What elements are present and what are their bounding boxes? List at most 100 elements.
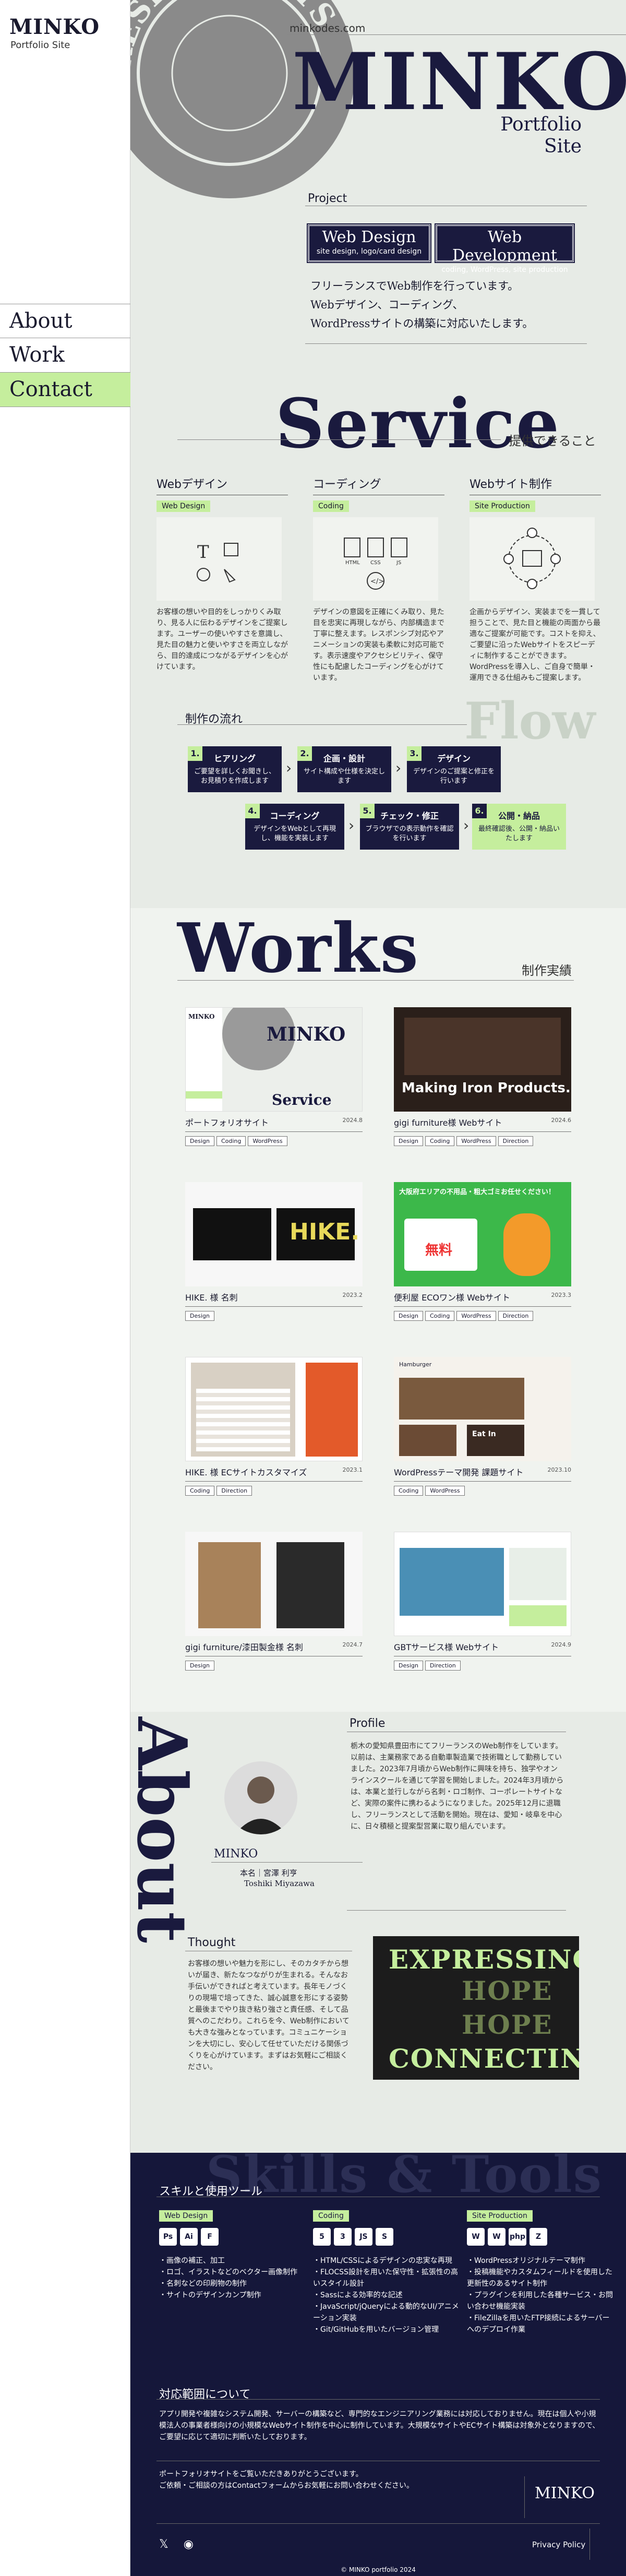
domain-label: minkodes.com — [290, 22, 366, 34]
figma-icon: F — [201, 2228, 219, 2246]
skill-group-site-production: Site Production W Wphp Z ・WordPressオリジナルテー… — [467, 2210, 613, 2335]
work-card[interactable]: GBTサービス様 Webサイト 2024.9 Design Direction — [394, 1532, 571, 1671]
skill-tag: Web Design — [159, 2210, 213, 2222]
service-coding: コーディング Coding HTML CSS JS </> デザインの意図を正確… — [313, 475, 444, 684]
step-number: 1. — [188, 746, 202, 761]
work-thumbnail-gbt[interactable] — [394, 1532, 571, 1636]
javascript-icon: JS — [355, 2228, 372, 2246]
divider — [177, 724, 467, 725]
step-description: デザインのご提案と修正を行います — [413, 768, 495, 785]
thought-heading: Thought — [188, 1936, 236, 1949]
divider — [524, 2476, 525, 2518]
work-date: 2023.2 — [342, 1292, 363, 1298]
work-caption: gigi furniture様 Webサイト — [394, 1118, 502, 1128]
work-chip: Design — [394, 1136, 423, 1146]
skill-item: ・画像の補正、加工 — [159, 2257, 225, 2265]
divider — [211, 1862, 363, 1863]
work-card[interactable]: Making Iron Products. gigi furniture様 We… — [394, 1007, 571, 1146]
work-thumbnail-hike-card[interactable]: HIKE. — [185, 1182, 363, 1286]
work-date: 2024.9 — [551, 1641, 572, 1648]
x-icon[interactable]: 𝕏 — [159, 2538, 168, 2551]
work-card[interactable]: HIKE. 様 ECサイトカスタマイズ 2023.1 Coding Directio… — [185, 1357, 363, 1496]
web-development-button[interactable]: Web Development coding, WordPress, site … — [435, 223, 575, 274]
nav-item-about[interactable]: About — [0, 304, 130, 338]
work-chip: Coding — [216, 1136, 246, 1146]
css-icon-label: CSS — [370, 560, 381, 566]
skill-item: ・Sassによる効率的な記述 — [313, 2291, 403, 2299]
skill-item: ・サイトのデザインカンプ制作 — [159, 2291, 261, 2299]
service-tag: Site Production — [469, 500, 535, 512]
footer-logo[interactable]: MINKO — [535, 2484, 595, 2502]
privacy-policy-link[interactable]: Privacy Policy — [532, 2540, 585, 2549]
service-description: デザインの意図を正確にくみ取り、見た目を忠実に再現しながら、内部構造まで丁寧に整… — [313, 608, 444, 682]
work-caption: HIKE. 様 ECサイトカスタマイズ — [185, 1468, 307, 1477]
service-heading: コーディング — [313, 475, 444, 495]
skills-title: Skills & Tools — [206, 2145, 603, 2204]
skill-item: ・WordPressオリジナルテーマ制作 — [467, 2257, 585, 2265]
filezilla-icon: Z — [529, 2228, 547, 2246]
work-chip: Coding — [425, 1311, 455, 1321]
html-icon-label: HTML — [345, 560, 360, 566]
work-thumbnail-wordpress[interactable]: Hamburger Eat In — [394, 1357, 571, 1461]
about-name-en: Toshiki Miyazawa — [244, 1879, 315, 1888]
design-tools-icon: T — [156, 517, 282, 601]
divider — [177, 439, 501, 440]
about-name-jp: 本名｜宮澤 利亨 — [240, 1868, 297, 1878]
step-number: 5. — [360, 804, 375, 818]
divider — [347, 1910, 566, 1911]
footer-message-line: ご依頼・ご相談の方はContactフォームからお気軽にお問い合わせください。 — [159, 2482, 414, 2490]
illustrator-icon: Ai — [180, 2228, 198, 2246]
skill-item: ・投稿機能やカスタムフィールドを使用した更新性のあるサイト制作 — [467, 2268, 612, 2288]
sidebar: MINKO Portfolio Site About Work Contact — [0, 0, 130, 2576]
skill-item: ・FileZillaを用いたFTP接続によるサーバーへのデプロイ作業 — [467, 2314, 610, 2334]
hero-intro: フリーランスでWeb制作を行っています。 Webデザイン、コーディング、 Wor… — [310, 277, 533, 333]
skill-tag: Coding — [313, 2210, 349, 2222]
step-number: 2. — [297, 746, 312, 761]
step-number: 4. — [245, 804, 260, 818]
work-thumbnail-portfolio[interactable]: MINKO MINKO Service — [185, 1007, 363, 1112]
step-description: ご要望を詳しくお聞きし、お見積りを作成します — [194, 768, 275, 785]
work-chip: WordPress — [456, 1311, 496, 1321]
work-card[interactable]: gigi furniture/漆田製金様 名刺 2024.7 Design — [185, 1532, 363, 1671]
nav-item-contact[interactable]: Contact — [0, 373, 130, 407]
work-thumbnail-eco[interactable]: 大阪府エリアの不用品・粗大ゴミお任せください！ 無料 — [394, 1182, 571, 1286]
work-caption: 便利屋 ECOワン様 Webサイト — [394, 1293, 510, 1303]
work-chip: Direction — [498, 1136, 534, 1146]
chevron-right-icon: › — [348, 817, 355, 834]
footer-message-line: ポートフォリオサイトをご覧いただきありがとうございます。 — [159, 2470, 363, 2478]
work-card[interactable]: Hamburger Eat In WordPressテーマ開発 課題サイト 202… — [394, 1357, 571, 1496]
flow-step: 4. コーディング デザインをWebとして再現し、機能を実装します — [245, 804, 344, 850]
work-chip: Direction — [425, 1661, 461, 1671]
chevron-right-icon: › — [395, 759, 402, 777]
work-thumbnail-gigi[interactable]: Making Iron Products. — [394, 1007, 571, 1112]
scope-text: アプリ開発や複雑なシステム開発、サーバーの構築など、専門的なエンジニアリング業務… — [159, 2410, 600, 2441]
github-icon[interactable]: ◉ — [184, 2538, 194, 2551]
work-card[interactable]: 大阪府エリアの不用品・粗大ゴミお任せください！ 無料 便利屋 ECOワン様 We… — [394, 1182, 571, 1321]
work-chip: Design — [394, 1661, 423, 1671]
nav-item-work[interactable]: Work — [0, 338, 130, 373]
work-chip: Coding — [394, 1486, 424, 1496]
work-thumbnail-gigi-card[interactable] — [185, 1532, 363, 1636]
service-heading: Webサイト制作 — [469, 475, 601, 495]
service-description: お客様の想いや目的をしっかりくみ取り、見る人に伝わるデザインをご提案します。ユー… — [156, 608, 288, 671]
flow-step: 6. 公開・納品 最終確認後、公開・納品いたします — [472, 804, 566, 850]
site-logo[interactable]: MINKO — [9, 15, 100, 39]
code-files-icon: HTML CSS JS </> — [313, 517, 438, 601]
work-card[interactable]: MINKO MINKO Service ポートフォリオサイト 2024.8 Des… — [185, 1007, 363, 1146]
footer-message: ポートフォリオサイトをご覧いただきありがとうございます。 ご依頼・ご相談の方はC… — [159, 2468, 414, 2491]
work-card[interactable]: HIKE. HIKE. 様 名刺 2023.2 Design — [185, 1182, 363, 1321]
photoshop-icon: Ps — [159, 2228, 177, 2246]
profile-heading: Profile — [350, 1717, 386, 1730]
wordpress-icon: W — [467, 2228, 485, 2246]
web-design-button[interactable]: Web Design site design, logo/card design — [307, 223, 431, 263]
step-title: チェック・修正 — [380, 811, 439, 821]
step-description: 最終確認後、公開・納品いたします — [478, 825, 560, 842]
flow-step: 5. チェック・修正 ブラウザでの表示動作を確認を行います — [360, 804, 459, 850]
work-caption: gigi furniture/漆田製金様 名刺 — [185, 1642, 303, 1652]
service-site-production: Webサイト制作 Site Production 企画からデザイン、実装までを一… — [469, 475, 601, 684]
work-chip: Design — [185, 1136, 214, 1146]
work-chip: Coding — [185, 1486, 215, 1496]
work-thumbnail-hike-ec[interactable] — [185, 1357, 363, 1461]
flow-step: 3. デザイン デザインのご提案と修正を行います — [407, 746, 501, 792]
service-subtitle: 提供できること — [509, 434, 596, 448]
